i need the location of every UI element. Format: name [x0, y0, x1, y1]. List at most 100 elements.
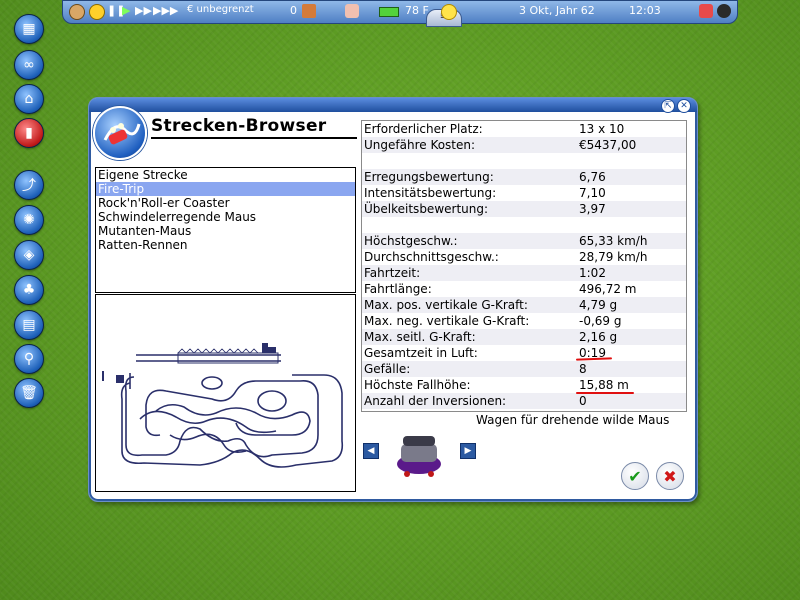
map-icon[interactable]: ▦ — [14, 14, 44, 44]
fast-forward-button[interactable]: ▶▶ — [135, 4, 152, 17]
tickets-icon[interactable]: ⌂ — [14, 84, 44, 114]
track-browser-window: ⇱ ✕ Strecken-Browser Eigene Strecke Fire… — [88, 97, 698, 502]
stat-row: Höchste Fallhöhe: 15,88 m — [362, 377, 686, 393]
top-toolbar: ❚❚ ▶ ▶▶ ▶▶▶ € unbegrenzt 0 ≡ 78 F 3 Okt,… — [62, 0, 738, 27]
path-icon[interactable]: ▤ — [14, 310, 44, 340]
stat-row: Max. seitl. G-Kraft: 2,16 g — [362, 329, 686, 345]
stat-value: 496,72 m — [579, 282, 637, 296]
cancel-button[interactable]: ✖ — [656, 462, 684, 490]
track-item[interactable]: Ratten-Rennen — [96, 238, 355, 252]
stat-label: Höchstgeschw.: — [364, 234, 458, 248]
stat-label: Übelkeitsbewertung: — [364, 202, 489, 216]
temperature-display: 78 F — [405, 4, 429, 17]
stat-value: 6,76 — [579, 170, 606, 184]
money-display: € unbegrenzt — [187, 4, 254, 15]
drop-underline — [576, 392, 634, 394]
track-item[interactable]: Eigene Strecke — [96, 168, 355, 182]
stat-value: 65,33 km/h — [579, 234, 648, 248]
stat-value: 28,79 km/h — [579, 250, 648, 264]
track-item-selected[interactable]: Fire-Trip — [96, 182, 355, 196]
pin-icon[interactable]: ⇱ — [661, 99, 675, 113]
stat-label: Ungefähre Kosten: — [364, 138, 476, 152]
track-list: Eigene Strecke Fire-Trip Rock'n'Roll-er … — [95, 167, 356, 293]
date-display: 3 Okt, Jahr 62 — [519, 4, 595, 17]
terrain-icon[interactable]: ⚲ — [14, 344, 44, 374]
research-icon[interactable]: ✺ — [14, 205, 44, 235]
hand-icon[interactable] — [345, 4, 359, 18]
stat-row: Fahrtlänge: 496,72 m — [362, 281, 686, 297]
stat-label: Anzahl der Inversionen: — [364, 394, 507, 408]
ride-logo-icon — [93, 106, 147, 160]
stat-row — [362, 217, 686, 233]
fastest-forward-button[interactable]: ▶▶▶ — [153, 4, 178, 17]
stat-row: Erforderlicher Platz: 13 x 10 — [362, 121, 686, 137]
stat-label: Max. pos. vertikale G-Kraft: — [364, 298, 528, 312]
stat-value: 3,97 — [579, 202, 606, 216]
stat-value: 1:02 — [579, 266, 606, 280]
finance-chart-icon[interactable]: ⤴ — [14, 170, 44, 200]
stat-label: Gesamtzeit in Luft: — [364, 346, 478, 360]
trash-icon[interactable]: 🗑 — [14, 378, 44, 408]
stat-value: 15,88 m — [579, 378, 629, 392]
binoculars-icon[interactable]: ∞ — [14, 50, 44, 80]
book-icon[interactable]: ▮ — [14, 118, 44, 148]
thumbs-icon[interactable] — [302, 4, 316, 18]
track-layout-image — [102, 343, 344, 468]
stat-label: Fahrtzeit: — [364, 266, 421, 280]
stat-row: Intensitätsbewertung: 7,10 — [362, 185, 686, 201]
window-title: Strecken-Browser — [151, 116, 357, 139]
rollercoaster-icon[interactable] — [699, 4, 713, 18]
stat-row: Ungefähre Kosten: €5437,00 — [362, 137, 686, 153]
stat-value: 8 — [579, 362, 587, 376]
stat-row: Gesamtzeit in Luft: 0:19 — [362, 345, 686, 361]
stat-label: Max. seitl. G-Kraft: — [364, 330, 476, 344]
stat-row: Max. neg. vertikale G-Kraft: -0,69 g — [362, 313, 686, 329]
track-item[interactable]: Schwindelerregende Maus — [96, 210, 355, 224]
park-rating-bar — [379, 7, 399, 17]
stat-row: Max. pos. vertikale G-Kraft: 4,79 g — [362, 297, 686, 313]
options-icon[interactable] — [717, 4, 731, 18]
stat-row: Anzahl der Inversionen: 0 — [362, 393, 686, 409]
stat-row: Übelkeitsbewertung: 3,97 — [362, 201, 686, 217]
stat-label: Durchschnittsgeschw.: — [364, 250, 499, 264]
stat-row: Durchschnittsgeschw.: 28,79 km/h — [362, 249, 686, 265]
guest-count: 0 — [290, 4, 297, 17]
gear-icon[interactable] — [89, 4, 105, 20]
stat-row: Gefälle: 8 — [362, 361, 686, 377]
stat-label: Höchste Fallhöhe: — [364, 378, 471, 392]
scenery-icon[interactable]: ♣ — [14, 275, 44, 305]
stat-value: 13 x 10 — [579, 122, 625, 136]
play-button[interactable]: ▶ — [122, 4, 130, 17]
stat-value: 2,16 g — [579, 330, 618, 344]
track-preview — [95, 294, 356, 492]
stat-label: Erregungsbewertung: — [364, 170, 494, 184]
vehicle-image — [391, 430, 447, 480]
vehicle-label: Wagen für drehende wilde Maus — [476, 413, 670, 427]
stat-row — [362, 153, 686, 169]
stat-label: Erforderlicher Platz: — [364, 122, 483, 136]
stat-value: 7,10 — [579, 186, 606, 200]
time-display: 12:03 — [629, 4, 661, 17]
next-vehicle-button[interactable]: ▶ — [460, 443, 476, 459]
window-header[interactable] — [89, 98, 697, 112]
stat-value: -0,69 g — [579, 314, 622, 328]
prev-vehicle-button[interactable]: ◀ — [363, 443, 379, 459]
stat-label: Max. neg. vertikale G-Kraft: — [364, 314, 530, 328]
sun-icon — [441, 4, 457, 20]
track-item[interactable]: Rock'n'Roll-er Coaster — [96, 196, 355, 210]
stat-row: Fahrtzeit: 1:02 — [362, 265, 686, 281]
stat-value: 4,79 g — [579, 298, 618, 312]
track-stats-table: Erforderlicher Platz: 13 x 10 Ungefähre K… — [361, 120, 687, 412]
stat-label: Fahrtlänge: — [364, 282, 432, 296]
stat-value: €5437,00 — [579, 138, 637, 152]
guest-icon[interactable] — [69, 4, 85, 20]
stat-value: 0 — [579, 394, 587, 408]
confirm-button[interactable]: ✔ — [621, 462, 649, 490]
close-icon[interactable]: ✕ — [677, 99, 691, 113]
stat-row: Erregungsbewertung: 6,76 — [362, 169, 686, 185]
stat-label: Intensitätsbewertung: — [364, 186, 497, 200]
track-item[interactable]: Mutanten-Maus — [96, 224, 355, 238]
stat-label: Gefälle: — [364, 362, 411, 376]
stat-row: Höchstgeschw.: 65,33 km/h — [362, 233, 686, 249]
build-ride-icon[interactable]: ◈ — [14, 240, 44, 270]
